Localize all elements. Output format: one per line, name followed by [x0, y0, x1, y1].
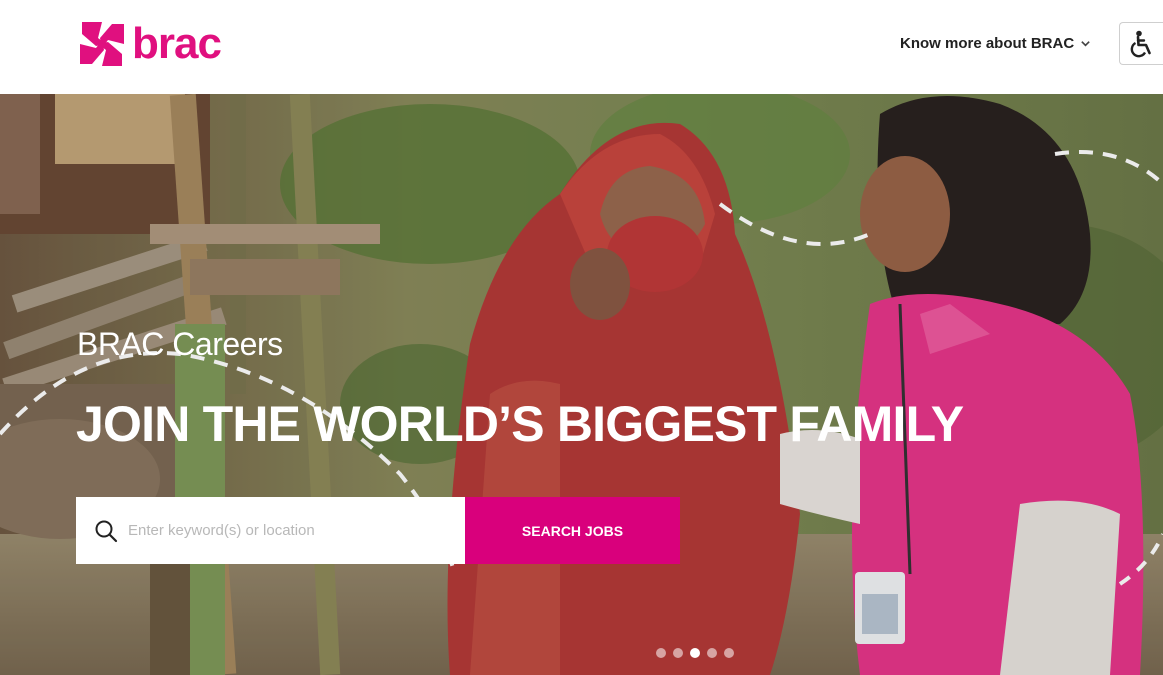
carousel-dots	[656, 648, 741, 658]
wheelchair-accessibility-icon	[1130, 30, 1151, 57]
know-more-label: Know more about BRAC	[900, 34, 1075, 52]
carousel-dot[interactable]	[656, 648, 666, 658]
carousel-dot[interactable]	[724, 648, 734, 658]
know-more-menu[interactable]: Know more about BRAC	[900, 33, 1091, 53]
search-icon	[95, 520, 118, 542]
carousel-dot-active[interactable]	[690, 648, 700, 658]
site-header: brac Know more about BRAC	[0, 0, 1163, 94]
accessibility-button[interactable]	[1119, 22, 1163, 65]
logo-text: brac	[132, 19, 222, 68]
brac-logo[interactable]: brac	[76, 18, 222, 70]
hero-subtitle: BRAC Careers	[77, 326, 283, 362]
carousel-dot[interactable]	[673, 648, 683, 658]
brac-pinwheel-logo-icon	[80, 22, 124, 66]
hero-title: JOIN THE WORLD’S BIGGEST FAMILY	[76, 396, 964, 452]
search-input[interactable]	[126, 521, 450, 540]
hero-photo	[0, 94, 1163, 675]
search-jobs-button[interactable]: SEARCH JOBS	[465, 497, 680, 564]
chevron-down-icon	[1081, 40, 1090, 47]
job-search-box	[76, 497, 465, 564]
carousel-dot[interactable]	[707, 648, 717, 658]
hero-banner: BRAC Careers JOIN THE WORLD’S BIGGEST FA…	[0, 94, 1163, 675]
